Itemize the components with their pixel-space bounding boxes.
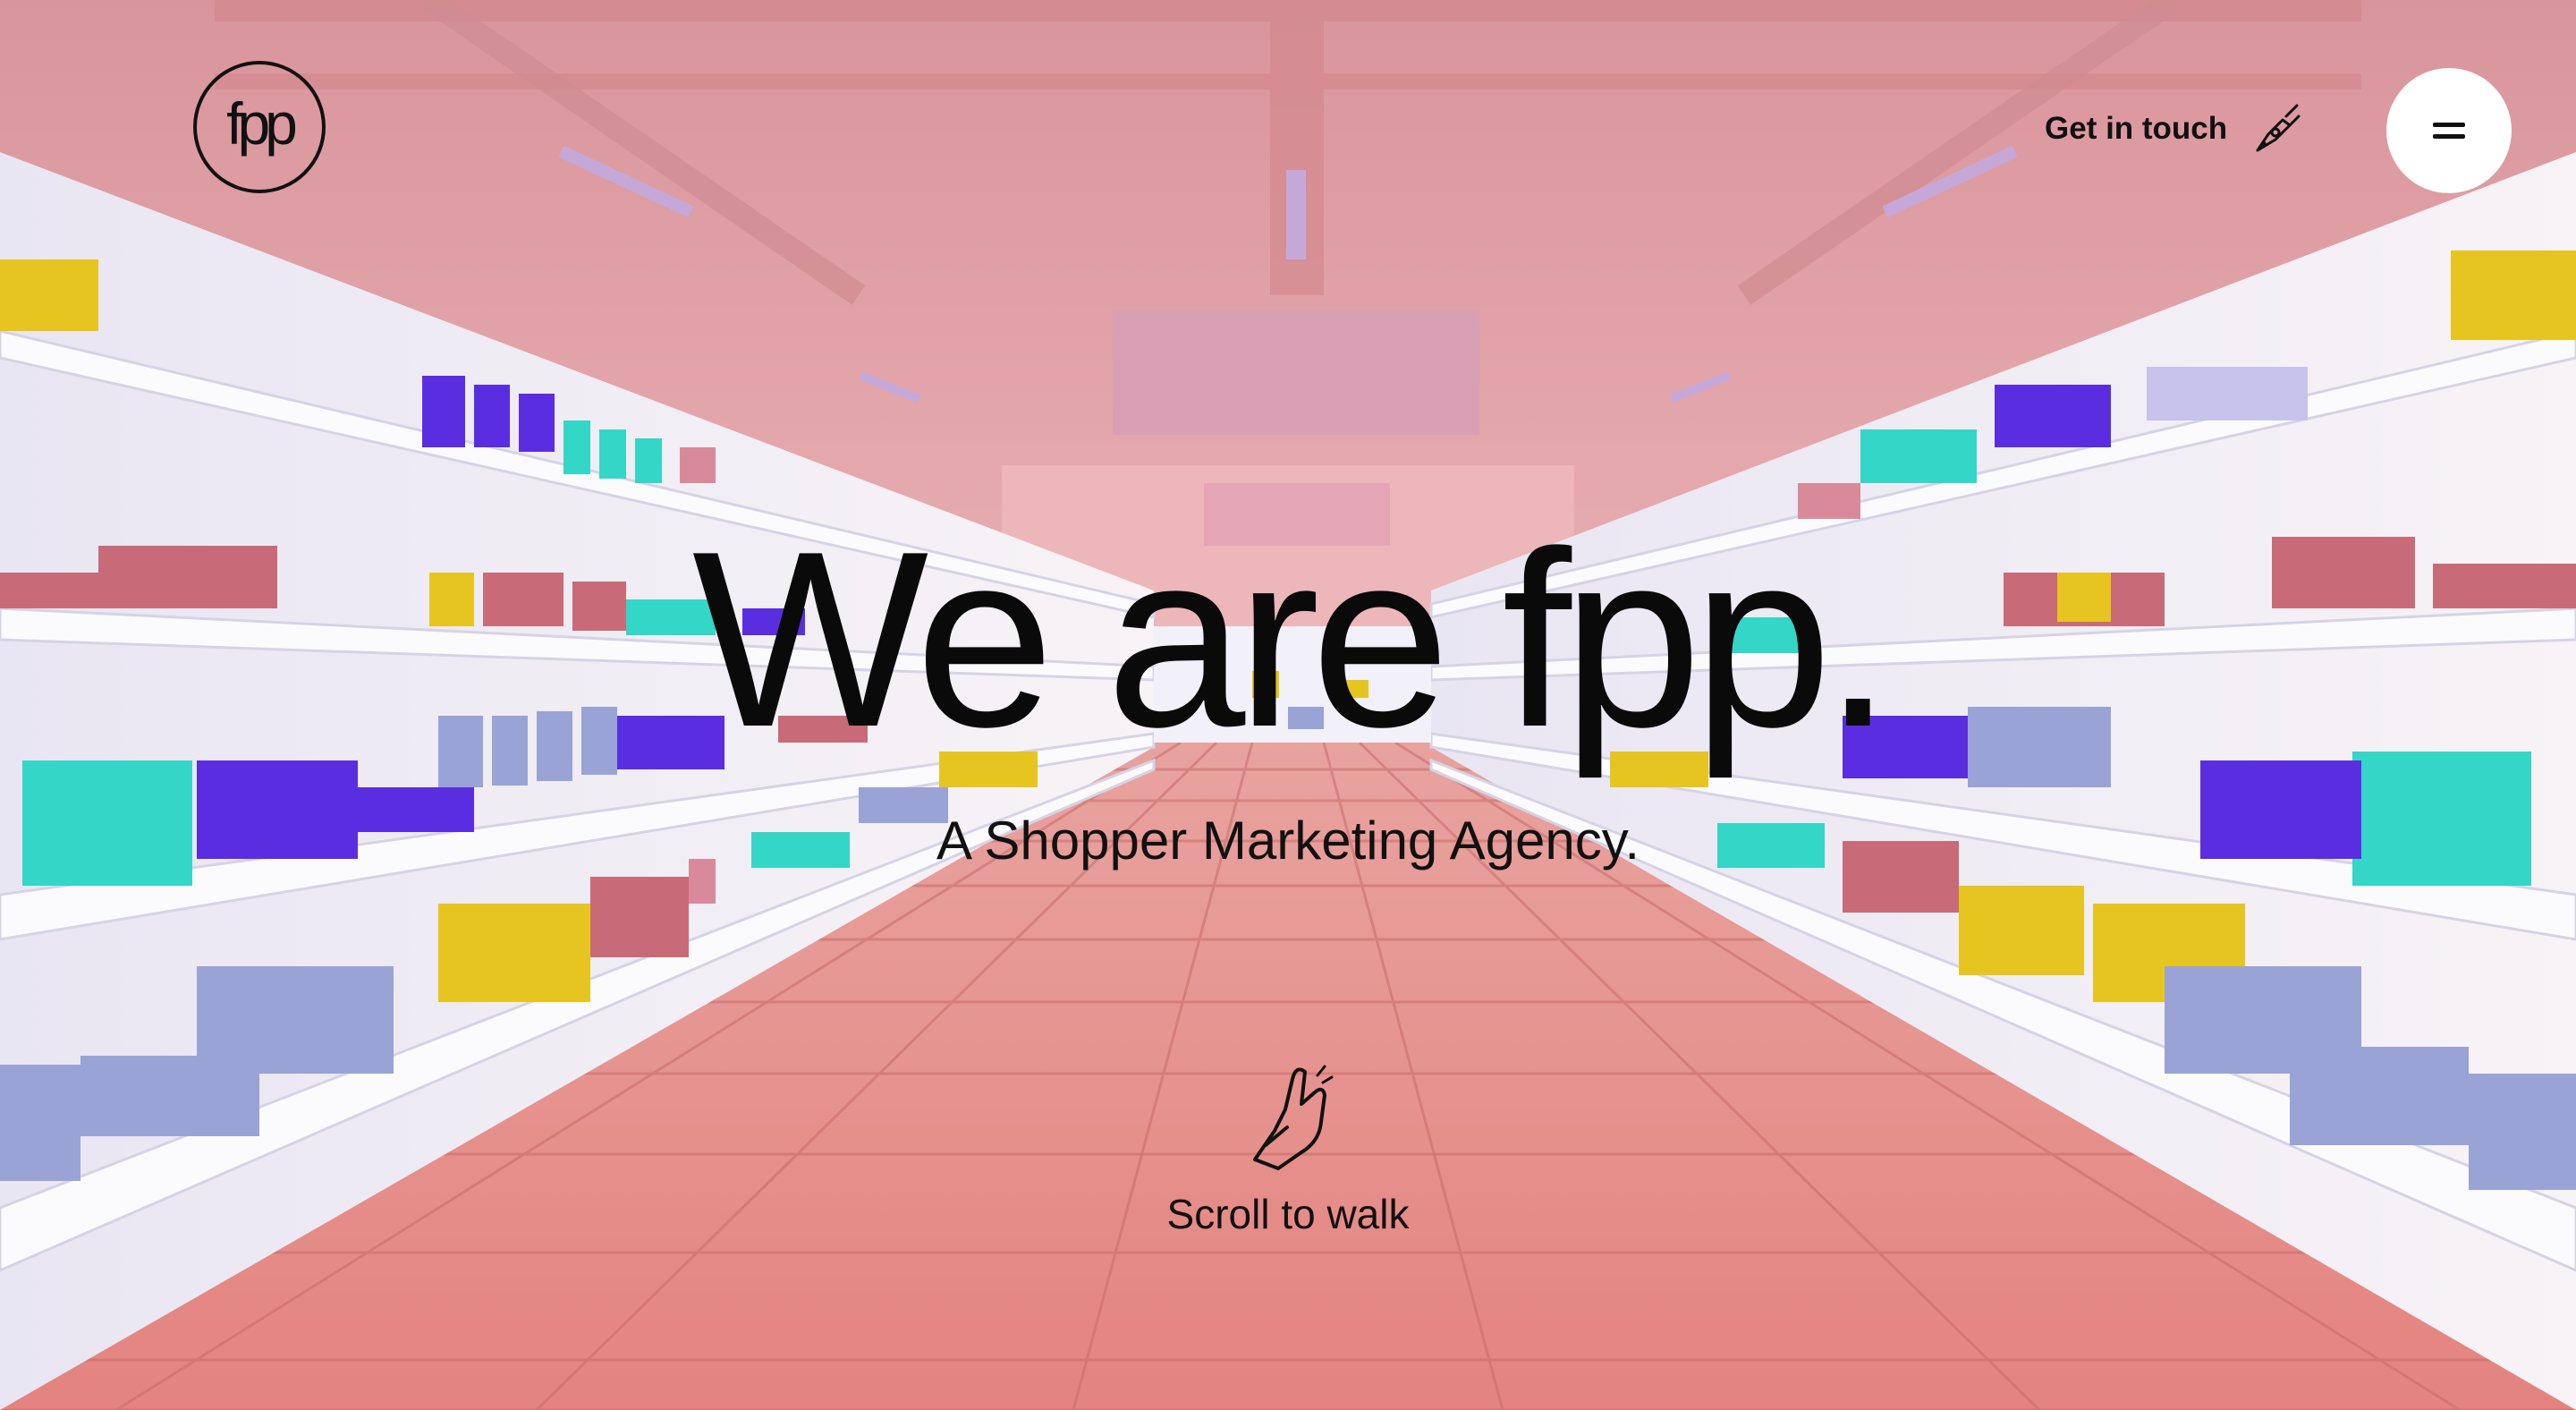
scroll-hint[interactable]: Scroll to walk xyxy=(0,1052,2576,1238)
walking-fingers-icon xyxy=(1253,1065,1334,1170)
hero-subtitle: A Shopper Marketing Agency. xyxy=(936,811,1640,871)
hamburger-menu-icon xyxy=(2433,121,2465,140)
get-in-touch-link[interactable]: Get in touch xyxy=(2045,100,2306,157)
pen-nib-icon xyxy=(2256,104,2301,152)
menu-button[interactable] xyxy=(2386,68,2512,193)
scroll-hint-label: Scroll to walk xyxy=(1166,1191,1410,1237)
fpp-logo[interactable]: fpp xyxy=(193,61,326,193)
hero-title: We are fpp. xyxy=(691,500,1893,779)
logo-text: fpp xyxy=(226,90,298,157)
get-in-touch-label: Get in touch xyxy=(2045,111,2228,146)
